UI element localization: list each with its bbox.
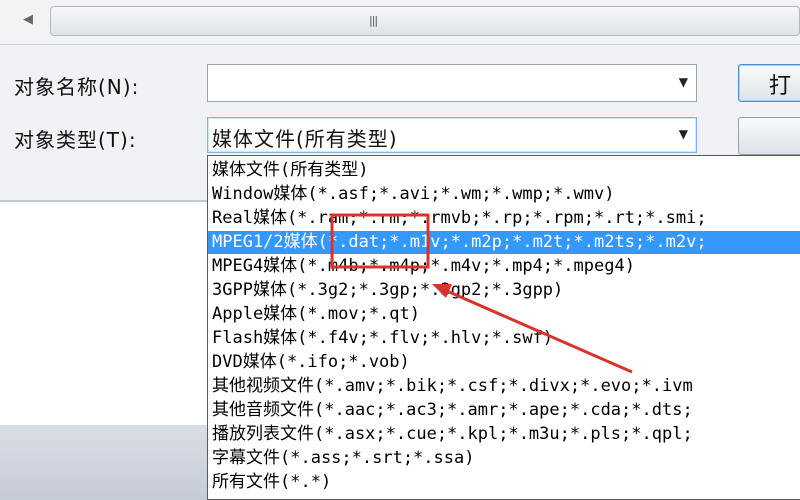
object-type-value: 媒体文件(所有类型)	[212, 127, 398, 151]
chevron-left-icon[interactable]: ◀	[18, 10, 38, 30]
bottom-strip	[0, 425, 210, 500]
dropdown-option-other-audio[interactable]: 其他音频文件(*.aac;*.ac3;*.amr;*.ape;*.cda;*.d…	[208, 399, 800, 422]
dropdown-option-mpeg12-media[interactable]: MPEG1/2媒体(*.dat;*.m1v;*.m2p;*.m2t;*.m2ts…	[208, 231, 800, 254]
scrollbar-thumb[interactable]: |||	[50, 6, 800, 36]
dropdown-option-3gpp-media[interactable]: 3GPP媒体(*.3g2;*.3gp;*.3gp2;*.3gpp)	[208, 279, 800, 302]
dropdown-option-mpeg4-media[interactable]: MPEG4媒体(*.m4b;*.m4p;*.m4v;*.mp4;*.mpeg4)	[208, 255, 800, 278]
dropdown-option-subtitles[interactable]: 字幕文件(*.ass;*.srt;*.ssa)	[208, 447, 800, 470]
file-list-panel	[0, 200, 210, 427]
object-name-combobox[interactable]: ▼	[207, 64, 697, 102]
dropdown-option-apple-media[interactable]: Apple媒体(*.mov;*.qt)	[208, 303, 800, 326]
open-button-label: 打	[769, 74, 792, 99]
dropdown-option-real-media[interactable]: Real媒体(*.ram;*.rm;*.rmvb;*.rp;*.rpm;*.rt…	[208, 207, 800, 230]
dropdown-option-all-media[interactable]: 媒体文件(所有类型)	[208, 159, 800, 182]
object-type-dropdown-list[interactable]: 媒体文件(所有类型) Window媒体(*.asf;*.avi;*.wm;*.w…	[207, 155, 800, 500]
dropdown-option-windows-media[interactable]: Window媒体(*.asf;*.avi;*.wm;*.wmp;*.wmv)	[208, 183, 800, 206]
dropdown-option-other-video[interactable]: 其他视频文件(*.amv;*.bik;*.csf;*.divx;*.evo;*.…	[208, 375, 800, 398]
dropdown-option-all-files[interactable]: 所有文件(*.*)	[208, 471, 800, 494]
chevron-down-icon[interactable]: ▼	[679, 75, 688, 89]
object-type-label: 对象类型(T):	[14, 128, 137, 152]
dropdown-option-playlist[interactable]: 播放列表文件(*.asx;*.cue;*.kpl;*.m3u;*.pls;*.q…	[208, 423, 800, 446]
object-name-label: 对象名称(N):	[14, 75, 140, 99]
dropdown-option-dvd-media[interactable]: DVD媒体(*.ifo;*.vob)	[208, 351, 800, 374]
cancel-button[interactable]	[738, 117, 800, 155]
chevron-down-icon[interactable]: ▼	[679, 127, 688, 141]
dropdown-option-flash-media[interactable]: Flash媒体(*.f4v;*.flv;*.hlv;*.swf)	[208, 327, 800, 350]
scrollbar-grip: |||	[369, 14, 378, 27]
horizontal-scrollbar[interactable]: ◀ |||	[0, 0, 800, 45]
open-button[interactable]: 打	[738, 64, 800, 102]
object-type-select[interactable]: 媒体文件(所有类型) ▼	[207, 117, 697, 153]
